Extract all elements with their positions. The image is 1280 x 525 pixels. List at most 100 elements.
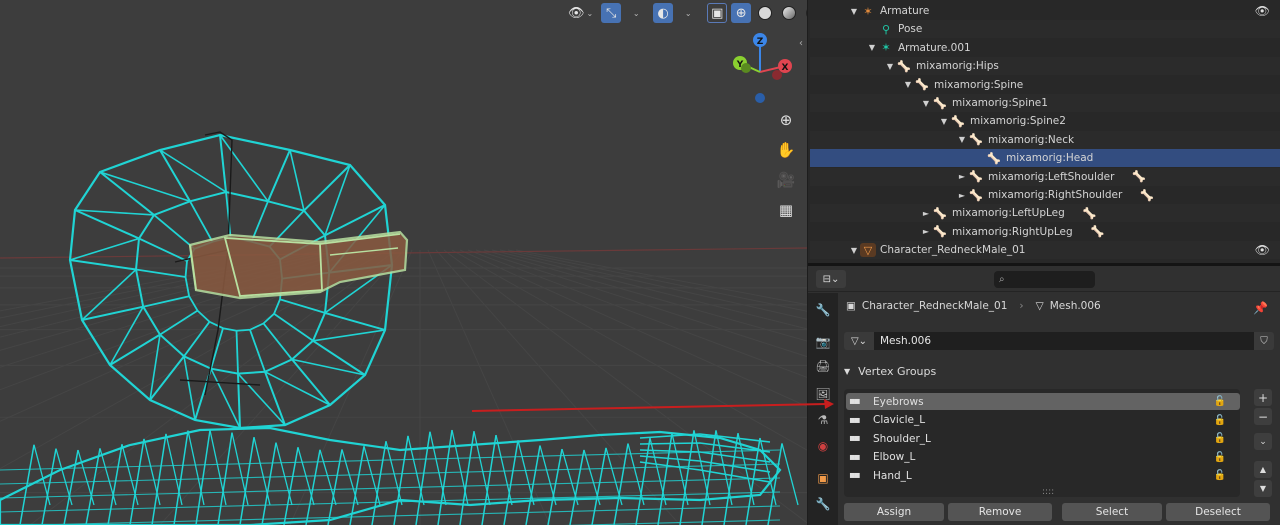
disclosure-triangle-icon[interactable]: ▼ <box>902 80 914 89</box>
vertex-group-name[interactable]: Eyebrows <box>873 396 924 408</box>
vertex-group-list[interactable]: :::: ▪▪ Eyebrows 🔓 ▪▪ Clavicle_L 🔓 ▪▪ Shoulder_… <box>844 389 1240 497</box>
lock-icon[interactable]: 🔓 <box>1214 433 1226 444</box>
select-button[interactable]: Select <box>1062 503 1162 521</box>
disclosure-triangle-icon[interactable]: ▼ <box>848 246 860 255</box>
vertex-group-row[interactable]: ▪▪ Eyebrows 🔓 <box>846 393 1240 410</box>
assign-button[interactable]: Assign <box>844 503 944 521</box>
rendered-shading-icon[interactable] <box>803 3 807 23</box>
object-tab-icon[interactable]: ▣ <box>811 467 835 489</box>
disclosure-triangle-icon[interactable]: ▼ <box>866 43 878 52</box>
mesh-name-input[interactable]: Mesh.006 <box>874 332 1254 350</box>
head-edge <box>279 298 326 314</box>
scene-tab-icon[interactable]: ⚗ <box>811 409 835 431</box>
head-edge <box>235 330 239 374</box>
neg-y-handle[interactable] <box>741 63 751 73</box>
zoom-icon[interactable]: ⊕ <box>774 108 798 132</box>
bone-icon: 🦴 <box>933 96 947 110</box>
solid-shading-icon[interactable] <box>755 3 775 23</box>
mesh-datablock-field[interactable]: ▽⌄ Mesh.006 ⛉ <box>844 331 1274 351</box>
disclosure-triangle-icon[interactable]: ▼ <box>938 117 950 126</box>
vertex-group-row[interactable]: ▪▪ Elbow_L 🔓 <box>846 449 1240 466</box>
vertex-groups-panel-header[interactable]: ▼ Vertex Groups <box>838 359 1280 383</box>
gizmo-icon[interactable]: ⤡ <box>601 3 622 23</box>
vertex-group-name[interactable]: Elbow_L <box>873 451 915 463</box>
modifier-tab-icon[interactable]: 🔧 <box>811 493 835 515</box>
vertex-group-name[interactable]: Clavicle_L <box>873 414 925 426</box>
move-down-button[interactable]: ▼ <box>1254 480 1272 497</box>
vertex-group-row[interactable]: ▪▪ Clavicle_L 🔓 <box>846 412 1240 429</box>
outliner-row[interactable]: ▼ 🦴 mixamorig:Spine1 <box>810 94 1280 112</box>
visibility-icon[interactable]: 👁 ⌄ <box>568 3 593 23</box>
outliner-row[interactable]: ▼ 🦴 mixamorig:Hips <box>810 57 1280 76</box>
world-tab-icon[interactable]: ◉ <box>811 435 835 457</box>
eye-icon[interactable]: 👁 <box>1255 243 1270 257</box>
overlay-icon[interactable]: ◐ <box>653 3 674 23</box>
outliner-row[interactable]: ▼ ✶ Armature.001 <box>810 39 1280 57</box>
material-shading-icon[interactable] <box>779 3 799 23</box>
fake-user-shield-icon[interactable]: ⛉ <box>1254 332 1274 350</box>
lock-icon[interactable]: 🔓 <box>1214 452 1226 463</box>
remove-vertex-group-button[interactable]: − <box>1254 408 1272 425</box>
add-vertex-group-button[interactable]: + <box>1254 389 1272 406</box>
vertex-group-name[interactable]: Shoulder_L <box>873 433 931 445</box>
viewport-scene[interactable] <box>0 0 807 525</box>
properties-search-input[interactable]: ⌕ <box>994 271 1095 288</box>
wireframe-shading-icon[interactable]: ⊕ <box>731 3 752 23</box>
outliner-row-label: mixamorig:Spine <box>934 78 1024 91</box>
outliner-row[interactable]: ► 🦴 mixamorig:RightUpLeg 🦴 <box>810 223 1280 241</box>
disclosure-triangle-icon[interactable]: ► <box>956 191 968 200</box>
lock-icon[interactable]: 🔓 <box>1214 396 1226 407</box>
head-edge <box>262 322 293 360</box>
list-resize-grip[interactable]: :::: <box>1042 487 1054 497</box>
disclosure-triangle-icon[interactable]: ▼ <box>848 7 860 16</box>
grid-icon[interactable]: ▦ <box>774 198 798 222</box>
tool-tab-icon[interactable]: 🔧 <box>811 299 835 321</box>
outliner-row[interactable]: ► 🦴 mixamorig:LeftShoulder 🦴 <box>810 167 1280 186</box>
head-edge <box>153 214 196 250</box>
sidebar-collapse-icon[interactable]: ‹ <box>799 38 803 49</box>
outliner-row[interactable]: ⚲ Pose <box>810 20 1280 39</box>
outliner-row[interactable]: ▼ 🦴 mixamorig:Spine2 <box>810 112 1280 130</box>
lock-icon[interactable]: 🔓 <box>1214 415 1226 426</box>
vertex-group-row[interactable]: ▪▪ Hand_L 🔓 <box>846 467 1240 484</box>
neg-z-handle[interactable] <box>755 93 765 103</box>
outliner-row[interactable]: ▼ 🦴 mixamorig:Neck <box>810 130 1280 149</box>
remove-button[interactable]: Remove <box>948 503 1052 521</box>
outliner-row[interactable]: 🦴 mixamorig:Head <box>810 149 1280 168</box>
hand-icon[interactable]: ✋ <box>774 138 798 162</box>
vertex-group-specials-button[interactable]: ⌄ <box>1254 433 1272 450</box>
disclosure-triangle-icon[interactable]: ▼ <box>884 62 896 71</box>
render-tab-icon[interactable]: 📷 <box>811 331 835 353</box>
eye-icon[interactable]: 👁 <box>1255 4 1270 18</box>
pin-icon[interactable]: 📌 <box>1253 301 1268 315</box>
disclosure-triangle-icon[interactable]: ► <box>956 172 968 181</box>
camera-icon[interactable]: 🎥 <box>774 168 798 192</box>
editor-type-icon[interactable]: ⊟⌄ <box>816 270 846 288</box>
disclosure-triangle-icon[interactable]: ▼ <box>920 99 932 108</box>
outliner-row[interactable]: ► 🦴 mixamorig:RightShoulder 🦴 <box>810 186 1280 204</box>
outliner-row[interactable]: ▼ ✶ Armature 👁 <box>810 2 1280 20</box>
3d-viewport[interactable]: 👁⌄ ⤡ ⌄ ◐ ⌄ ▣ ⊕ ⌄ Z X Y ⊕ ✋ 🎥 ▦ ‹ <box>0 0 807 525</box>
bone-icon: 🦴 <box>915 78 929 92</box>
outliner-row[interactable]: ▼ 🦴 mixamorig:Spine <box>810 76 1280 94</box>
move-up-button[interactable]: ▲ <box>1254 461 1272 478</box>
gizmo-dropdown-icon[interactable]: ⌄ <box>625 3 645 23</box>
outliner[interactable]: ▼ ✶ Armature 👁 ⚲ Pose ▼ ✶ Armature.001 ▼ 🦴 mixamori… <box>808 0 1280 263</box>
vertex-group-name[interactable]: Hand_L <box>873 470 912 482</box>
outliner-row[interactable]: ► 🦴 mixamorig:LeftUpLeg 🦴 <box>810 204 1280 223</box>
neg-x-handle[interactable] <box>772 70 782 80</box>
disclosure-triangle-icon[interactable]: ► <box>920 227 932 236</box>
view-layer-tab-icon[interactable]: 🖼 <box>811 383 835 405</box>
deselect-button[interactable]: Deselect <box>1166 503 1270 521</box>
outliner-row[interactable]: ▼ ▽ Character_RedneckMale_01 👁 <box>810 241 1280 260</box>
mesh-browse-icon[interactable]: ▽⌄ <box>844 332 874 350</box>
xray-icon[interactable]: ▣ <box>707 3 728 23</box>
navigation-gizmo[interactable]: Z X Y <box>722 30 800 110</box>
disclosure-triangle-icon[interactable]: ► <box>920 209 932 218</box>
lock-icon[interactable]: 🔓 <box>1214 470 1226 481</box>
vertex-group-row[interactable]: ▪▪ Shoulder_L 🔓 <box>846 430 1240 447</box>
vertex-group-actions: Assign Remove Select Deselect <box>844 503 1274 523</box>
output-tab-icon[interactable]: 🖨 <box>811 355 835 377</box>
overlay-dropdown-icon[interactable]: ⌄ <box>677 3 697 23</box>
disclosure-triangle-icon[interactable]: ▼ <box>956 135 968 144</box>
